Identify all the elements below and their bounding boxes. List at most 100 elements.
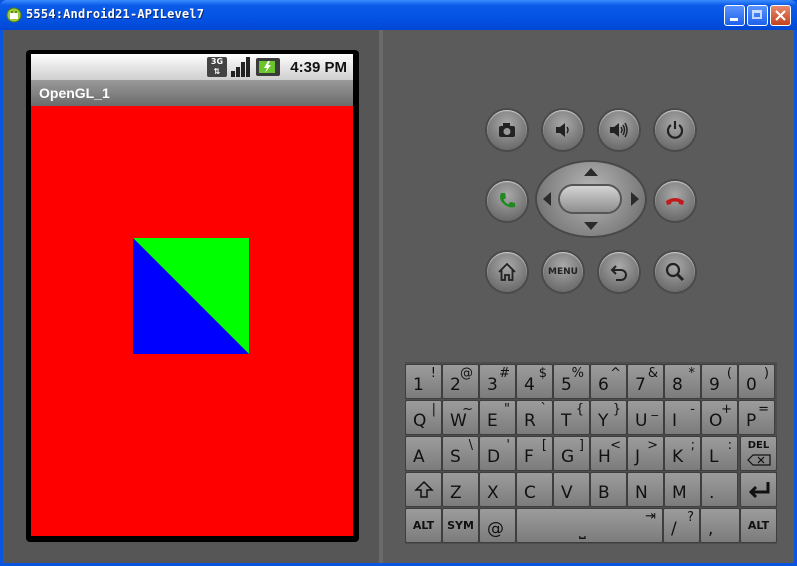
key-alt-label: + <box>721 402 732 417</box>
home-button[interactable] <box>487 252 527 292</box>
key-label: 6 <box>598 375 609 395</box>
keyboard-key[interactable]: 6 ^ <box>590 364 627 399</box>
keyboard-key[interactable]: Z <box>442 472 479 507</box>
dpad-down-icon[interactable] <box>584 222 598 230</box>
home-icon <box>498 262 516 281</box>
keyboard-key[interactable]: 9( <box>701 364 738 399</box>
key-label: 8 <box>672 375 683 395</box>
key-comma[interactable]: , <box>700 508 740 543</box>
keyboard-key[interactable]: B <box>590 472 627 507</box>
keyboard-key[interactable]: S \ <box>442 436 479 471</box>
hardware-keyboard: 1! 2 @3 #4 $5% 6 ^ 7 & 8 * 9(0) Q | W ~ E " R ` T{Y} U _ I - O + P =… <box>405 362 777 544</box>
keyboard-key[interactable]: 5% <box>553 364 590 399</box>
keyboard-key[interactable]: Q | <box>405 400 442 435</box>
keyboard-key[interactable]: X <box>479 472 516 507</box>
keyboard-key[interactable]: H < <box>590 436 627 471</box>
key-alt-left[interactable]: ALT <box>405 508 442 543</box>
volume-up-icon <box>610 122 628 138</box>
key-label: Z <box>450 483 462 503</box>
keyboard-key[interactable]: I- <box>664 400 701 435</box>
key-enter[interactable] <box>740 472 777 507</box>
keyboard-key[interactable]: G] <box>553 436 590 471</box>
keyboard-key[interactable]: . <box>701 472 738 507</box>
key-slash[interactable]: / ? <box>663 508 700 543</box>
volume-down-button[interactable] <box>543 110 583 150</box>
volume-up-button[interactable] <box>599 110 639 150</box>
key-label: R <box>524 411 536 431</box>
back-button[interactable] <box>599 252 639 292</box>
camera-button[interactable] <box>487 110 527 150</box>
keyboard-key[interactable]: M <box>664 472 701 507</box>
keyboard-key[interactable]: 7 & <box>627 364 664 399</box>
dpad[interactable] <box>537 162 645 236</box>
keyboard-key[interactable]: T{ <box>553 400 590 435</box>
battery-charging-icon <box>256 58 280 76</box>
key-label: 9 <box>709 375 720 395</box>
keyboard-key[interactable]: D ' <box>479 436 516 471</box>
key-label: D <box>487 447 501 467</box>
key-at[interactable]: @ <box>479 508 516 543</box>
keyboard-key[interactable]: 8 * <box>664 364 701 399</box>
key-alt-label: \ <box>468 438 473 453</box>
dpad-left-icon[interactable] <box>543 192 551 206</box>
key-space[interactable]: ⎵ ⇥ <box>516 508 663 543</box>
keyboard-key[interactable]: K; <box>664 436 701 471</box>
opengl-surface[interactable] <box>31 106 353 536</box>
keyboard-key[interactable]: Y} <box>590 400 627 435</box>
key-label: M <box>672 483 687 503</box>
call-button[interactable] <box>487 181 527 221</box>
keyboard-key[interactable]: R ` <box>516 400 553 435</box>
keyboard-key[interactable]: 3 # <box>479 364 516 399</box>
signal-strength-icon <box>231 57 250 77</box>
key-label: 4 <box>524 375 535 395</box>
status-time: 4:39 PM <box>290 59 347 76</box>
keyboard-key[interactable]: U _ <box>627 400 664 435</box>
keyboard-key[interactable]: 4 $ <box>516 364 553 399</box>
key-label: V <box>561 483 573 503</box>
keyboard-key[interactable]: W ~ <box>442 400 479 435</box>
keyboard-key[interactable]: A <box>405 436 442 471</box>
search-button[interactable] <box>655 252 695 292</box>
key-label: G <box>561 447 575 467</box>
keyboard-key[interactable]: 0) <box>738 364 775 399</box>
key-label: E <box>487 411 498 431</box>
title-bar[interactable]: 5554:Android21-APILevel7 <box>0 0 797 30</box>
status-bar: 3G ⇅ 4:39 PM <box>31 54 353 80</box>
key-sym[interactable]: SYM <box>442 508 479 543</box>
keyboard-key[interactable]: E " <box>479 400 516 435</box>
keyboard-key[interactable]: V <box>553 472 590 507</box>
key-alt-label: ) <box>763 366 769 381</box>
key-alt-label: ' <box>506 438 510 453</box>
power-button[interactable] <box>655 110 695 150</box>
dpad-right-icon[interactable] <box>631 192 639 206</box>
key-label: 1 <box>413 375 424 395</box>
menu-button[interactable]: MENU <box>543 252 583 292</box>
key-alt-right[interactable]: ALT <box>740 508 777 543</box>
key-delete[interactable]: DEL <box>740 436 777 471</box>
maximize-button[interactable] <box>747 5 768 26</box>
end-call-button[interactable] <box>655 181 695 221</box>
gl-quad <box>133 238 249 354</box>
minimize-button[interactable] <box>724 5 745 26</box>
keyboard-key[interactable]: J > <box>627 436 664 471</box>
keyboard-key[interactable]: C <box>516 472 553 507</box>
end-call-icon <box>666 198 684 205</box>
keyboard-key[interactable]: F[ <box>516 436 553 471</box>
keyboard-key[interactable]: N <box>627 472 664 507</box>
key-label: 0 <box>746 375 757 395</box>
search-icon <box>665 262 685 282</box>
key-alt-label: | <box>431 402 436 417</box>
keyboard-key[interactable]: L: <box>701 436 738 471</box>
key-label: N <box>635 483 648 503</box>
keyboard-key[interactable]: 2 @ <box>442 364 479 399</box>
dpad-center-button[interactable] <box>560 186 620 212</box>
keyboard-key[interactable]: 1! <box>405 364 442 399</box>
close-button[interactable] <box>770 5 791 26</box>
call-icon <box>500 193 515 208</box>
dpad-up-icon[interactable] <box>584 168 598 176</box>
keyboard-key[interactable]: P = <box>738 400 775 435</box>
menu-label: MENU <box>548 267 578 277</box>
keyboard-key[interactable]: O + <box>701 400 738 435</box>
key-shift[interactable] <box>405 472 442 507</box>
camera-icon <box>499 123 515 137</box>
